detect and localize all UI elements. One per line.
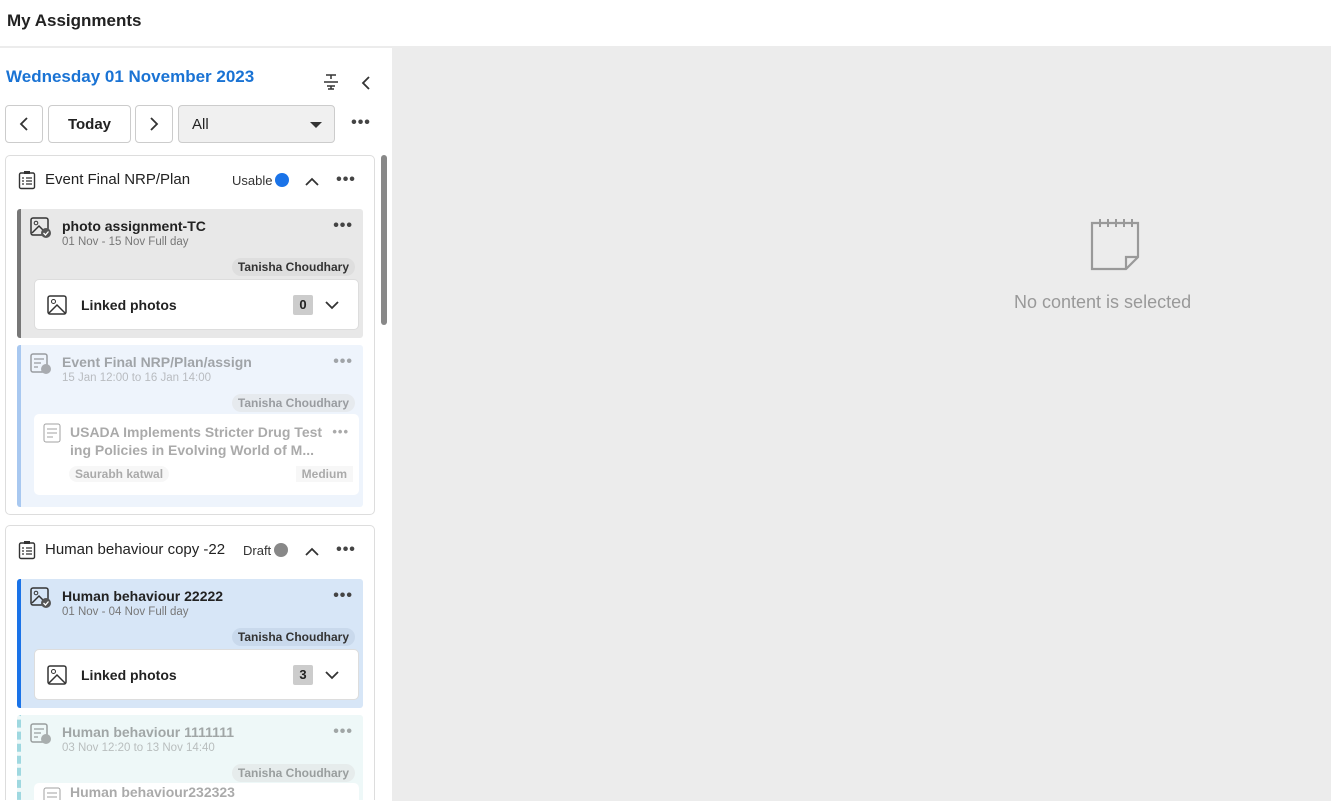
more-options-icon[interactable]: ••• xyxy=(333,540,359,560)
clipboard-icon xyxy=(17,540,37,560)
today-button[interactable]: Today xyxy=(48,105,131,143)
linked-photos-row[interactable]: Linked photos 0 xyxy=(34,279,359,330)
empty-state-text: No content is selected xyxy=(1014,292,1192,312)
assignment-group: Event Final NRP/Plan Usable ••• photo as… xyxy=(5,155,375,515)
collapse-panel-icon[interactable] xyxy=(356,72,376,94)
story-card[interactable]: Human behaviour232323 xyxy=(34,783,359,800)
empty-note-icon xyxy=(1088,217,1142,273)
assignments-panel: Wednesday 01 November 2023 Today All •••… xyxy=(0,48,392,801)
chevron-down-icon[interactable] xyxy=(323,297,341,313)
document-icon xyxy=(42,787,62,800)
assignment-dates: 01 Nov - 15 Nov Full day xyxy=(62,236,189,248)
chevron-up-icon[interactable] xyxy=(302,542,322,560)
more-options-icon[interactable]: ••• xyxy=(333,217,353,235)
story-title: Human behaviour232323 xyxy=(70,784,235,800)
text-assignment-icon xyxy=(30,353,52,375)
priority-badge: Medium xyxy=(295,466,353,482)
linked-count: 0 xyxy=(293,295,313,315)
assignment-title: Human behaviour 1111111 xyxy=(62,724,234,740)
more-options-icon[interactable]: ••• xyxy=(332,424,349,439)
assignment-item[interactable]: Event Final NRP/Plan/assign 15 Jan 12:00… xyxy=(17,345,363,507)
linked-photos-row[interactable]: Linked photos 3 xyxy=(34,649,359,700)
assignment-dates: 01 Nov - 04 Nov Full day xyxy=(62,606,189,618)
assignment-item[interactable]: photo assignment-TC 01 Nov - 15 Nov Full… xyxy=(17,209,363,338)
story-title: USADA Implements Stricter Drug Test ing … xyxy=(70,424,323,458)
more-options-icon[interactable]: ••• xyxy=(333,723,353,741)
more-options-icon[interactable]: ••• xyxy=(333,170,359,190)
assignment-dates: 03 Nov 12:20 to 13 Nov 14:40 xyxy=(62,742,215,754)
more-options-icon[interactable]: ••• xyxy=(347,112,375,134)
photo-assignment-icon xyxy=(30,587,52,609)
assignment-title: Human behaviour 22222 xyxy=(62,588,224,604)
story-card[interactable]: USADA Implements Stricter Drug Test ing … xyxy=(34,414,359,495)
next-day-button[interactable] xyxy=(135,105,173,143)
assignment-item[interactable]: Human behaviour 1111111 03 Nov 12:20 to … xyxy=(17,715,363,800)
assignment-item-selected[interactable]: Human behaviour 22222 01 Nov - 04 Nov Fu… xyxy=(17,579,363,708)
text-assignment-icon xyxy=(30,723,52,745)
group-title: Event Final NRP/Plan xyxy=(45,171,191,188)
group-title: Human behaviour copy -22 xyxy=(45,541,226,558)
assignee-chip: Tanisha Choudhary xyxy=(231,258,355,276)
status-badge: Draft xyxy=(243,543,289,558)
caret-down-icon xyxy=(310,122,322,134)
chevron-up-icon[interactable] xyxy=(302,172,322,190)
chevron-down-icon[interactable] xyxy=(323,667,341,683)
assignee-chip: Tanisha Choudhary xyxy=(231,394,355,412)
more-options-icon[interactable]: ••• xyxy=(333,353,353,371)
image-icon xyxy=(46,664,68,686)
scrollbar[interactable] xyxy=(381,155,387,325)
app-header: My Assignments xyxy=(0,0,1331,46)
photo-assignment-icon xyxy=(30,217,52,239)
assignee-chip: Tanisha Choudhary xyxy=(231,628,355,646)
more-options-icon[interactable]: ••• xyxy=(333,587,353,605)
page-title: My Assignments xyxy=(7,11,142,30)
filter-select[interactable]: All xyxy=(178,105,335,143)
document-icon xyxy=(42,423,62,443)
image-icon xyxy=(46,294,68,316)
story-author: Saurabh katwal xyxy=(69,466,170,482)
clipboard-icon xyxy=(17,170,37,190)
current-date: Wednesday 01 November 2023 xyxy=(6,67,255,86)
assignment-dates: 15 Jan 12:00 to 16 Jan 14:00 xyxy=(62,372,211,384)
linked-count: 3 xyxy=(293,665,313,685)
assignee-chip: Tanisha Choudhary xyxy=(231,764,355,782)
filter-value: All xyxy=(192,116,209,133)
status-badge: Usable xyxy=(232,173,290,188)
strikethrough-filter-icon[interactable] xyxy=(320,70,342,94)
linked-photos-label: Linked photos xyxy=(81,667,177,683)
linked-photos-label: Linked photos xyxy=(81,297,177,313)
prev-day-button[interactable] xyxy=(5,105,43,143)
assignment-title: photo assignment-TC xyxy=(62,218,206,234)
assignment-group: Human behaviour copy -22 Draft ••• Human… xyxy=(5,525,375,800)
assignment-title: Event Final NRP/Plan/assign xyxy=(62,354,252,370)
